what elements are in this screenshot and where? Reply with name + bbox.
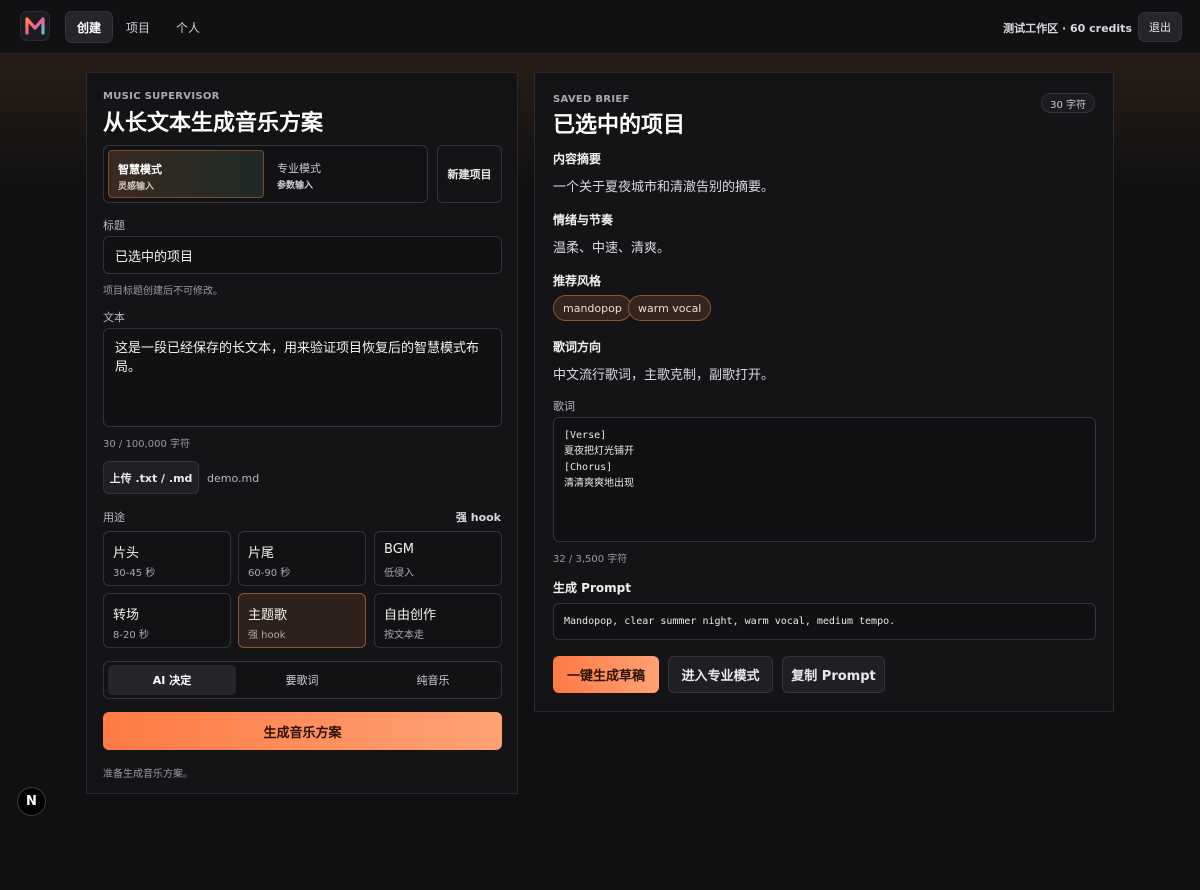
lyrics-option-with-lyrics[interactable]: 要歌词 [238,665,366,695]
upload-button[interactable]: 上传 .txt / .md [103,461,199,494]
mode-smart-title: 智慧模式 [118,163,162,176]
usage-card-free[interactable]: 自由创作 按文本走 [374,593,502,648]
title-input[interactable]: 已选中的项目 [103,236,502,274]
top-bar: 创建 项目 个人 测试工作区 · 60 credits 退出 [0,0,1200,54]
usage-card-sub: 强 hook [248,630,286,641]
lyric-direction-text: 中文流行歌词，主歌克制，副歌打开。 [553,368,775,383]
mood-label: 情绪与节奏 [553,213,614,227]
lyrics-char-count: 32 / 3,500 字符 [553,554,628,565]
usage-card-sub: 按文本走 [384,630,424,641]
char-count-badge: 30 字符 [1041,93,1095,113]
lyrics-line: [Chorus] [564,462,613,473]
usage-card-title: 转场 [113,608,140,623]
usage-card-sub: 60-90 秒 [248,568,291,579]
text-textarea[interactable]: 这是一段已经保存的长文本，用来验证项目恢复后的智慧模式布局。 [103,328,502,427]
status-text: 准备生成音乐方案。 [103,769,193,780]
brief-title: 已选中的项目 [553,113,686,138]
summary-text: 一个关于夏夜城市和清澈告别的摘要。 [553,180,775,195]
mood-text: 温柔、中速、清爽。 [553,241,671,256]
usage-card-title: 片尾 [248,546,275,561]
style-label: 推荐风格 [553,274,602,288]
prompt-field[interactable]: Mandopop, clear summer night, warm vocal… [553,603,1096,640]
create-panel: MUSIC SUPERVISOR 从长文本生成音乐方案 智慧模式 灵感输入 专业… [86,72,518,794]
page-title: 从长文本生成音乐方案 [103,111,324,136]
mode-pro-sub: 参数输入 [277,181,314,191]
mode-switch: 智慧模式 灵感输入 专业模式 参数输入 [103,145,428,203]
usage-card-title: 自由创作 [384,608,437,623]
copy-prompt-button[interactable]: 复制 Prompt [782,656,885,693]
usage-selected-hint: 强 hook [455,511,501,524]
logo-m-icon [25,17,45,35]
saved-brief-panel: SAVED BRIEF 已选中的项目 30 字符 内容摘要 一个关于夏夜城市和清… [534,72,1114,712]
panel-eyebrow: MUSIC SUPERVISOR [103,91,220,102]
lyrics-line: 夏夜把灯光铺开 [564,446,634,457]
usage-card-outro[interactable]: 片尾 60-90 秒 [238,531,366,586]
style-tag: warm vocal [628,295,712,321]
usage-card-sub: 8-20 秒 [113,630,149,641]
generate-plan-button[interactable]: 生成音乐方案 [103,712,502,750]
summary-label: 内容摘要 [553,152,602,166]
workspace-credits: 测试工作区 · 60 credits [1003,22,1132,35]
lyrics-option-instrumental[interactable]: 纯音乐 [368,665,498,695]
usage-card-title: 片头 [113,546,140,561]
mode-pro-title: 专业模式 [277,162,321,175]
title-label: 标题 [103,219,125,232]
mode-pro[interactable]: 专业模式 参数输入 [268,150,424,198]
title-hint: 项目标题创建后不可修改。 [103,286,223,297]
usage-card-intro[interactable]: 片头 30-45 秒 [103,531,231,586]
prompt-label: 生成 Prompt [553,581,631,595]
dev-badge-icon[interactable]: N [17,787,46,816]
usage-card-title: BGM [384,542,414,557]
usage-card-transition[interactable]: 转场 8-20 秒 [103,593,231,648]
lyrics-option-ai[interactable]: AI 决定 [108,665,236,695]
usage-card-sub: 低侵入 [384,568,414,579]
lyrics-mode-control: AI 决定 要歌词 纯音乐 [103,661,502,699]
logout-button[interactable]: 退出 [1138,12,1182,42]
nav-tab-projects[interactable]: 项目 [115,11,161,43]
usage-label: 用途 [103,511,125,524]
lyric-direction-label: 歌词方向 [553,340,602,354]
enter-pro-mode-button[interactable]: 进入专业模式 [668,656,773,693]
mode-smart-sub: 灵感输入 [118,182,155,192]
lyrics-label: 歌词 [553,400,575,413]
nav-tab-personal[interactable]: 个人 [165,11,211,43]
generate-draft-button[interactable]: 一键生成草稿 [553,656,659,693]
lyrics-textarea[interactable]: [Verse] 夏夜把灯光铺开 [Chorus] 清清爽爽地出现 [553,417,1096,542]
upload-filename: demo.md [207,472,260,485]
text-char-count: 30 / 100,000 字符 [103,439,190,450]
lyrics-line: 清清爽爽地出现 [564,478,634,489]
app-logo[interactable] [20,11,50,41]
new-project-button[interactable]: 新建项目 [437,145,502,203]
usage-card-bgm[interactable]: BGM 低侵入 [374,531,502,586]
lyrics-line: [Verse] [564,430,607,441]
usage-card-title: 主题歌 [248,608,288,623]
mode-smart[interactable]: 智慧模式 灵感输入 [108,150,264,198]
style-tag: mandopop [553,295,632,321]
brief-eyebrow: SAVED BRIEF [553,94,630,105]
text-label: 文本 [103,311,125,324]
nav-tab-create[interactable]: 创建 [65,11,114,43]
usage-card-sub: 30-45 秒 [113,568,156,579]
usage-card-theme-song[interactable]: 主题歌 强 hook [238,593,366,648]
